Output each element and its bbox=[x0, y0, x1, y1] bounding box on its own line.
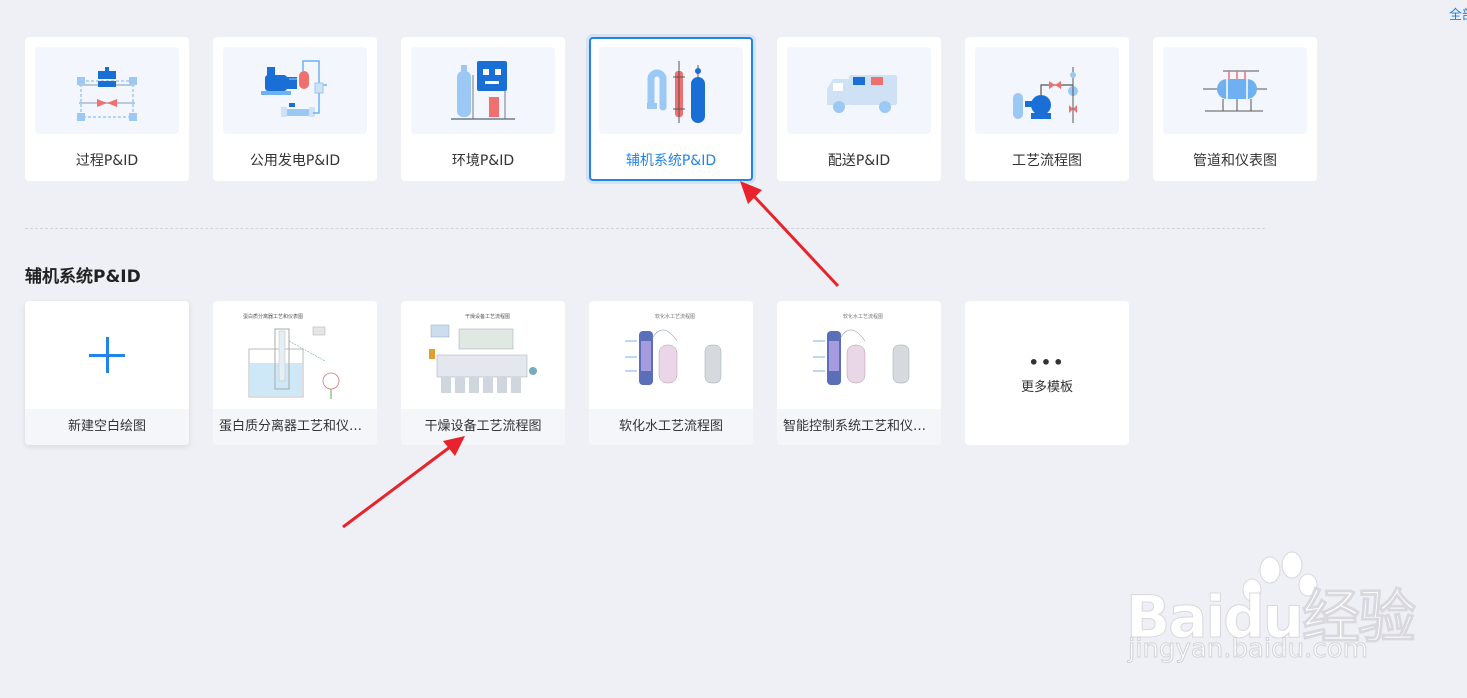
new-blank-preview bbox=[25, 301, 189, 409]
environment-pid-icon bbox=[411, 47, 555, 134]
template-card-drying-equipment[interactable]: 干燥设备工艺流程图 干燥设备工艺流程图 bbox=[401, 301, 565, 445]
plus-icon bbox=[89, 337, 125, 373]
process-flow-icon bbox=[975, 47, 1119, 134]
category-label: 管道和仪表图 bbox=[1193, 153, 1277, 169]
template-card-smart-control[interactable]: 软化水工艺流程图 智能控制系统工艺和仪表... bbox=[777, 301, 941, 445]
category-auxiliary-system-pid[interactable]: 辅机系统P&ID bbox=[589, 37, 753, 181]
arrow-to-template bbox=[342, 436, 465, 529]
more-templates-card[interactable]: ••• 更多模板 bbox=[965, 301, 1129, 445]
template-caption: 软化水工艺流程图 bbox=[589, 409, 753, 445]
template-caption: 智能控制系统工艺和仪表... bbox=[777, 409, 941, 445]
template-card-protein-separator[interactable]: 蛋白质分离器工艺和仪表图 蛋白质分离器工艺和仪表... bbox=[213, 301, 377, 445]
category-delivery-pid[interactable]: 配送P&ID bbox=[777, 37, 941, 181]
category-label: 辅机系统P&ID bbox=[625, 153, 717, 169]
template-caption: 新建空白绘图 bbox=[25, 409, 189, 445]
new-blank-drawing-card[interactable]: 新建空白绘图 bbox=[25, 301, 189, 445]
category-label: 工艺流程图 bbox=[1012, 153, 1082, 169]
template-card-softened-water[interactable]: 软化水工艺流程图 软化水工艺流程图 bbox=[589, 301, 753, 445]
more-dots-icon: ••• bbox=[1028, 353, 1066, 372]
preview-title: 蛋白质分离器工艺和仪表图 bbox=[243, 313, 303, 320]
template-preview: 软化水工艺流程图 bbox=[589, 301, 753, 409]
template-caption: 蛋白质分离器工艺和仪表... bbox=[213, 409, 377, 445]
category-label: 公用发电P&ID bbox=[249, 153, 341, 169]
section-divider bbox=[25, 228, 1265, 229]
delivery-truck-icon bbox=[787, 47, 931, 134]
category-environment-pid[interactable]: 环境P&ID bbox=[401, 37, 565, 181]
power-generation-pid-icon bbox=[223, 47, 367, 134]
section-title: 辅机系统P&ID bbox=[25, 267, 141, 287]
preview-title: 软化水工艺流程图 bbox=[655, 313, 695, 320]
template-caption: 干燥设备工艺流程图 bbox=[401, 409, 565, 445]
preview-title: 软化水工艺流程图 bbox=[843, 313, 883, 320]
process-pid-icon bbox=[35, 47, 179, 134]
category-label: 过程P&ID bbox=[75, 153, 139, 169]
template-preview: 干燥设备工艺流程图 bbox=[401, 301, 565, 409]
auxiliary-system-pid-icon bbox=[599, 47, 743, 134]
category-process-flow[interactable]: 工艺流程图 bbox=[965, 37, 1129, 181]
watermark-url: jingyan.baidu.com bbox=[1128, 634, 1369, 665]
piping-instrument-icon bbox=[1163, 47, 1307, 134]
category-label: 环境P&ID bbox=[451, 153, 515, 169]
category-power-generation-pid[interactable]: 公用发电P&ID bbox=[213, 37, 377, 181]
arrow-to-category bbox=[740, 181, 840, 288]
template-preview: 软化水工艺流程图 bbox=[777, 301, 941, 409]
template-preview: 蛋白质分离器工艺和仪表图 bbox=[213, 301, 377, 409]
preview-title: 干燥设备工艺流程图 bbox=[465, 313, 510, 320]
category-label: 配送P&ID bbox=[827, 153, 891, 169]
more-templates-label: 更多模板 bbox=[1020, 380, 1073, 395]
all-link[interactable]: 全部 bbox=[1449, 4, 1467, 23]
category-process-pid[interactable]: 过程P&ID bbox=[25, 37, 189, 181]
category-piping-instrument[interactable]: 管道和仪表图 bbox=[1153, 37, 1317, 181]
